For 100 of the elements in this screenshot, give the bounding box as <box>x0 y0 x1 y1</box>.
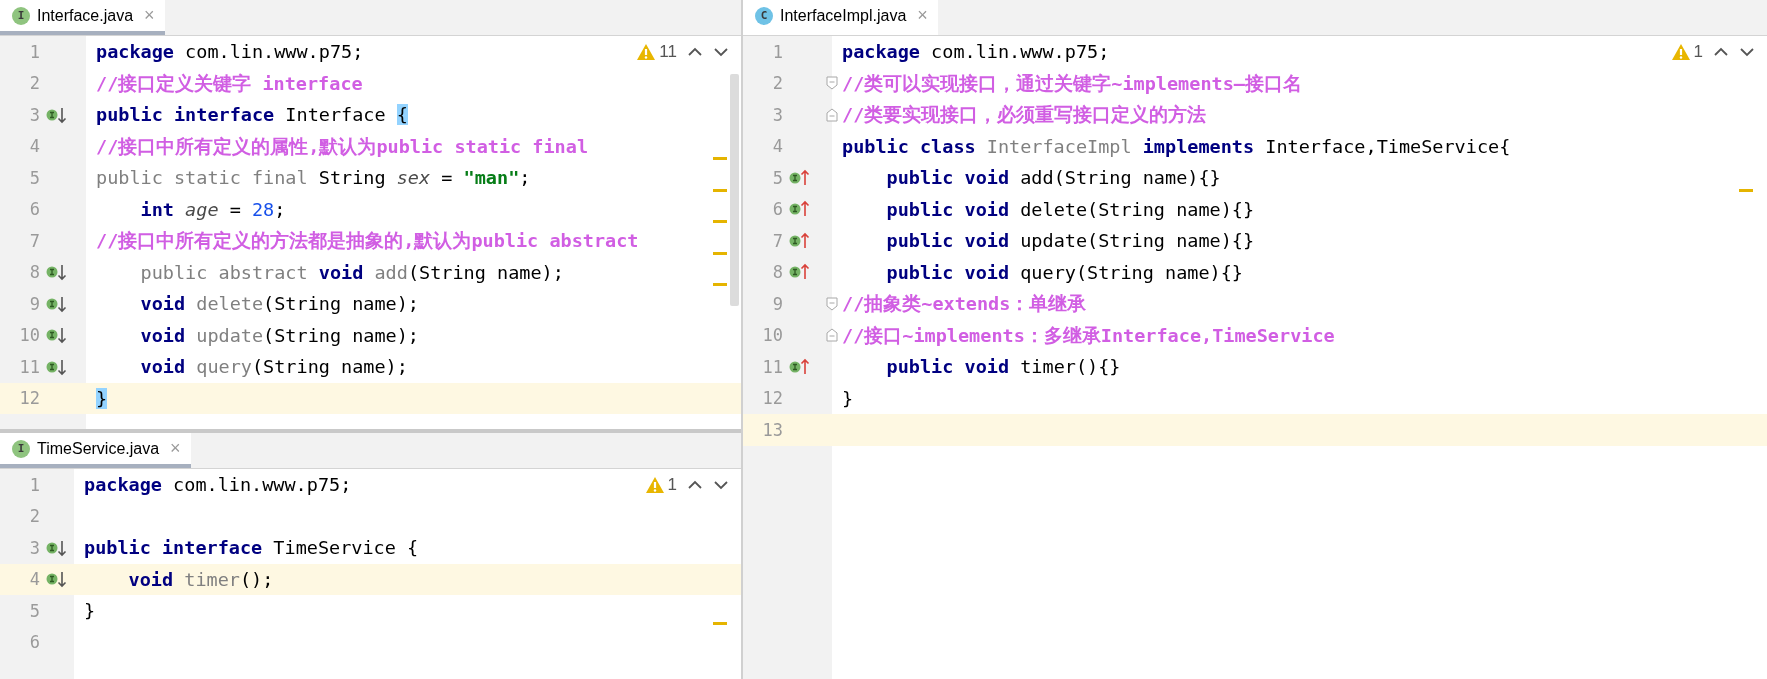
line-number: 4 <box>28 136 40 157</box>
warning-count[interactable]: 11 <box>636 42 677 62</box>
line-number: 1 <box>28 474 40 495</box>
code-line: //接口中所有定义的属性,默认为public static final <box>96 135 589 157</box>
code-line: int age = 28; <box>140 198 286 220</box>
chevron-down-icon[interactable] <box>1739 46 1755 58</box>
line-number: 4 <box>771 136 783 157</box>
warning-stripe-mark[interactable] <box>1739 188 1753 192</box>
code-line: void query(String name); <box>140 356 408 378</box>
code-line: public void timer(){} <box>886 356 1121 378</box>
code-line: //接口中所有定义的方法都是抽象的,默认为public abstract <box>96 230 639 252</box>
file-type-icon: I <box>12 6 30 25</box>
line-number: 5 <box>28 167 40 188</box>
override-marker-icon <box>788 231 812 250</box>
fold-icon[interactable] <box>826 107 838 122</box>
code-line: package com.lin.www.p75; <box>842 41 1110 63</box>
line-number: 1 <box>28 41 40 62</box>
implemented-marker-icon <box>45 105 69 124</box>
warning-icon <box>644 476 665 494</box>
line-number: 7 <box>771 230 783 251</box>
line-number: 3 <box>28 104 40 125</box>
code-line: //类要实现接口，必须重写接口定义的方法 <box>842 104 1207 126</box>
line-number: 10 <box>761 325 783 346</box>
line-number: 11 <box>761 356 783 377</box>
override-marker-icon <box>788 357 812 376</box>
line-number: 1 <box>771 41 783 62</box>
code-line: public void delete(String name){} <box>886 198 1255 220</box>
file-tab[interactable]: I Interface.java × <box>0 0 165 35</box>
line-number: 11 <box>18 356 40 377</box>
line-number: 12 <box>18 388 40 409</box>
warning-stripe-mark[interactable] <box>713 188 727 192</box>
line-number: 2 <box>28 506 40 527</box>
override-marker-icon <box>788 168 812 187</box>
warning-count[interactable]: 1 <box>644 475 677 495</box>
override-marker-icon <box>788 200 812 219</box>
code-line: void timer(); <box>128 568 274 590</box>
code-line: public interface Interface { <box>96 104 408 126</box>
code-line: } <box>842 387 854 409</box>
file-tab[interactable]: C InterfaceImpl.java × <box>743 0 938 35</box>
line-number: 7 <box>28 230 40 251</box>
file-type-icon: I <box>12 439 30 458</box>
line-number: 5 <box>771 167 783 188</box>
file-type-icon: C <box>755 6 773 25</box>
implemented-marker-icon <box>45 357 69 376</box>
warning-stripe-mark[interactable] <box>713 251 727 255</box>
line-number: 9 <box>771 293 783 314</box>
code-line: public abstract void add(String name); <box>140 261 564 283</box>
code-line: public void add(String name){} <box>886 167 1221 189</box>
scrollbar[interactable] <box>730 74 739 306</box>
fold-icon[interactable] <box>826 296 838 311</box>
code-line: } <box>84 600 96 622</box>
fold-icon[interactable] <box>826 328 838 343</box>
line-number: 6 <box>771 199 783 220</box>
code-line: package com.lin.www.p75; <box>84 474 352 496</box>
chevron-up-icon[interactable] <box>687 479 703 491</box>
fold-icon[interactable] <box>826 76 838 91</box>
code-line: //接口定义关键字 interface <box>96 72 363 94</box>
warning-stripe-mark[interactable] <box>713 157 727 160</box>
warning-stripe-mark[interactable] <box>713 621 727 625</box>
code-line: public void query(String name){} <box>886 261 1243 283</box>
line-number: 12 <box>761 388 783 409</box>
line-number: 13 <box>761 419 783 440</box>
line-number: 9 <box>28 293 40 314</box>
warning-stripe-mark[interactable] <box>713 220 727 223</box>
line-number: 5 <box>28 600 40 621</box>
line-number: 3 <box>28 537 40 558</box>
implemented-marker-icon <box>45 326 69 345</box>
warning-icon <box>636 43 657 61</box>
chevron-up-icon[interactable] <box>1713 46 1729 58</box>
code-line: public interface TimeService { <box>84 537 419 559</box>
warning-icon <box>1670 43 1691 61</box>
file-tab[interactable]: I TimeService.java × <box>0 433 191 468</box>
line-number: 2 <box>28 73 40 94</box>
implemented-marker-icon <box>45 538 69 557</box>
line-number: 3 <box>771 104 783 125</box>
code-line: //抽象类~extends：单继承 <box>842 293 1087 315</box>
chevron-up-icon[interactable] <box>687 46 703 58</box>
implemented-marker-icon <box>45 294 69 313</box>
chevron-down-icon[interactable] <box>713 479 729 491</box>
chevron-down-icon[interactable] <box>713 46 729 58</box>
implemented-marker-icon <box>45 263 69 282</box>
code-line: //接口~implements：多继承Interface,TimeService <box>842 324 1335 346</box>
code-line: public void update(String name){} <box>886 230 1255 252</box>
warning-stripe-mark[interactable] <box>713 283 727 286</box>
code-line: //类可以实现接口，通过关键字~implements—接口名 <box>842 72 1302 94</box>
line-number: 10 <box>18 325 40 346</box>
line-number: 6 <box>28 632 40 653</box>
line-number: 6 <box>28 199 40 220</box>
line-number: 4 <box>28 569 40 590</box>
line-number: 2 <box>771 73 783 94</box>
code-line: package com.lin.www.p75; <box>96 41 364 63</box>
code-line: public static final String sex = "man"; <box>96 167 531 189</box>
code-line: void update(String name); <box>140 324 419 346</box>
code-line: public class InterfaceImpl implements Interface,TimeService{ <box>842 135 1511 157</box>
warning-count[interactable]: 1 <box>1670 42 1703 62</box>
line-number: 8 <box>28 262 40 283</box>
implemented-marker-icon <box>45 570 69 589</box>
line-number: 8 <box>771 262 783 283</box>
override-marker-icon <box>788 263 812 282</box>
code-line: void delete(String name); <box>140 293 419 315</box>
